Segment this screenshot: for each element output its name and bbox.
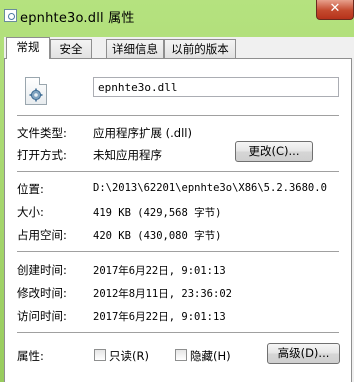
created-label: 创建时间: bbox=[17, 263, 67, 277]
readonly-label[interactable]: 只读(R) bbox=[109, 348, 149, 364]
size-on-disk-value: 420 KB (430,080 字节) bbox=[93, 230, 222, 242]
accessed-label: 访问时间: bbox=[17, 309, 67, 323]
tab-label: 详细信息 bbox=[112, 42, 158, 56]
change-button-label: 更改(C)... bbox=[248, 144, 300, 158]
dll-file-gear-icon bbox=[25, 77, 47, 105]
close-button[interactable]: ✕ bbox=[316, 0, 354, 20]
hidden-checkbox[interactable] bbox=[175, 349, 187, 361]
tab-general[interactable]: 常规 bbox=[6, 37, 50, 59]
readonly-checkbox[interactable] bbox=[94, 349, 106, 361]
close-icon: ✕ bbox=[329, 1, 341, 16]
divider bbox=[17, 115, 339, 117]
size-value: 419 KB (429,568 字节) bbox=[93, 207, 222, 219]
file-icon bbox=[4, 9, 17, 22]
properties-window: epnhte3o.dll 属性 ✕ 常规 安全 详细信息 以前的版本 epnht… bbox=[0, 0, 354, 382]
general-page: 文件类型: 应用程序扩展 (.dll) 打开方式: 未知应用程序 更改(C)..… bbox=[4, 58, 352, 382]
advanced-button[interactable]: 高级(D)... bbox=[267, 343, 340, 364]
advanced-button-label: 高级(D)... bbox=[277, 346, 330, 360]
tab-details[interactable]: 详细信息 bbox=[106, 39, 164, 58]
location-value: D:\2013\62201\epnhte3o\X86\5.2.3680.0 bbox=[93, 182, 327, 194]
modified-value: 2012年8月11日, 23:36:02 bbox=[93, 288, 232, 300]
size-on-disk-label: 占用空间: bbox=[17, 228, 67, 242]
tab-label: 安全 bbox=[59, 42, 83, 56]
opens-with-label: 打开方式: bbox=[17, 148, 67, 162]
divider bbox=[17, 171, 339, 173]
tab-security[interactable]: 安全 bbox=[50, 39, 92, 58]
change-button[interactable]: 更改(C)... bbox=[235, 141, 313, 162]
opens-with-value: 未知应用程序 bbox=[93, 148, 162, 162]
file-type-label: 文件类型: bbox=[17, 126, 67, 140]
location-label: 位置: bbox=[17, 182, 44, 196]
created-value: 2017年6月22日, 9:01:13 bbox=[93, 265, 226, 277]
tab-previous-versions[interactable]: 以前的版本 bbox=[164, 39, 236, 58]
attributes-label: 属性: bbox=[17, 349, 44, 363]
size-label: 大小: bbox=[17, 205, 44, 219]
tab-strip: 常规 安全 详细信息 以前的版本 bbox=[4, 37, 354, 59]
window-title: epnhte3o.dll 属性 bbox=[20, 11, 135, 26]
file-name-input[interactable] bbox=[93, 77, 339, 97]
dialog-client: 常规 安全 详细信息 以前的版本 epnhte3o.dll 文件类型: 应用程序… bbox=[4, 37, 354, 382]
gear-icon bbox=[29, 88, 43, 102]
title-bar[interactable]: epnhte3o.dll 属性 ✕ bbox=[0, 0, 354, 32]
modified-label: 修改时间: bbox=[17, 286, 67, 300]
divider bbox=[17, 251, 339, 253]
divider bbox=[17, 332, 339, 334]
file-type-value: 应用程序扩展 (.dll) bbox=[93, 126, 192, 140]
accessed-value: 2017年6月22日, 9:01:13 bbox=[93, 311, 226, 323]
tab-label: 以前的版本 bbox=[171, 42, 229, 56]
hidden-label[interactable]: 隐藏(H) bbox=[190, 348, 231, 364]
tab-label: 常规 bbox=[16, 40, 40, 54]
